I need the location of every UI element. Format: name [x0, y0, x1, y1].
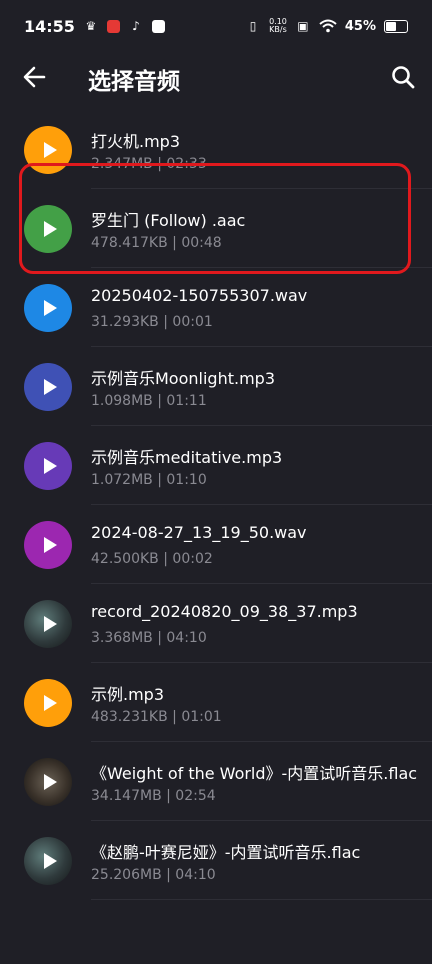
status-left: 14:55 ♛ ♪ — [24, 17, 165, 36]
file-size: 31.293KB — [91, 314, 159, 330]
duration: 04:10 — [166, 630, 207, 646]
file-size: 25.206MB — [91, 867, 162, 883]
duration: 02:54 — [175, 788, 216, 804]
play-button[interactable] — [24, 284, 72, 332]
play-icon — [43, 458, 57, 474]
net-speed: 0.10 KB/s — [269, 18, 287, 34]
play-button[interactable] — [24, 442, 72, 490]
crown-icon: ♛ — [85, 19, 97, 33]
audio-list-item[interactable]: 2024-08-27_13_19_50.wav 42.500KB | 00:02 — [0, 505, 432, 584]
audio-file-meta: 483.231KB | 01:01 — [91, 709, 222, 725]
meta-separator: | — [161, 867, 176, 883]
audio-file-meta: 3.368MB | 04:10 — [91, 630, 207, 646]
audio-file-name: 《赵鹏-叶赛尼娅》-内置试听音乐.flac — [91, 843, 361, 862]
status-bar: 14:55 ♛ ♪ ▯ 0.10 KB/s ▣ 45% — [0, 0, 432, 52]
meta-separator: | — [152, 630, 167, 646]
file-size: 42.500KB — [91, 551, 159, 567]
vibrate-icon: ▯ — [249, 19, 257, 33]
album-art-play-button[interactable] — [24, 837, 72, 885]
duration: 04:10 — [175, 867, 216, 883]
audio-list-item[interactable]: 示例.mp3 483.231KB | 01:01 — [0, 663, 432, 742]
duration: 01:10 — [166, 472, 207, 488]
audio-file-name: 《Weight of the World》-内置试听音乐.flac — [91, 764, 418, 783]
app-notification-icon — [106, 19, 120, 33]
back-arrow-icon[interactable] — [22, 64, 48, 90]
audio-file-name: 示例音乐Moonlight.mp3 — [91, 369, 275, 388]
audio-file-name: 20250402-150755307.wav — [91, 286, 308, 305]
audio-list-item[interactable]: 示例音乐Moonlight.mp3 1.098MB | 01:11 — [0, 347, 432, 426]
file-size: 34.147MB — [91, 788, 162, 804]
play-button[interactable] — [24, 521, 72, 569]
net-speed-unit: KB/s — [269, 25, 287, 34]
audio-list-item[interactable]: 20250402-150755307.wav 31.293KB | 00:01 — [0, 268, 432, 347]
play-icon — [43, 379, 57, 395]
app-bar: 选择音频 — [0, 52, 432, 104]
play-icon — [43, 774, 57, 790]
audio-file-name: 2024-08-27_13_19_50.wav — [91, 523, 307, 542]
page-title: 选择音频 — [88, 69, 180, 95]
battery-text: 45% — [344, 18, 376, 34]
file-size: 483.231KB — [91, 709, 168, 725]
play-icon — [43, 537, 57, 553]
audio-list-item[interactable]: 《赵鹏-叶赛尼娅》-内置试听音乐.flac 25.206MB | 04:10 — [0, 821, 432, 900]
file-size: 1.072MB — [91, 472, 153, 488]
album-art-play-button[interactable] — [24, 758, 72, 806]
search-icon[interactable] — [390, 64, 416, 90]
audio-list-item[interactable]: record_20240820_09_38_37.mp3 3.368MB | 04… — [0, 584, 432, 663]
duration: 00:01 — [172, 314, 213, 330]
duration: 01:01 — [181, 709, 222, 725]
audio-file-meta: 1.072MB | 01:10 — [91, 472, 207, 488]
status-right: ▯ 0.10 KB/s ▣ 45% — [245, 18, 408, 34]
file-size: 3.368MB — [91, 630, 153, 646]
message-icon — [151, 19, 165, 33]
duration: 01:11 — [166, 393, 207, 409]
audio-file-meta: 25.206MB | 04:10 — [91, 867, 216, 883]
audio-file-name: record_20240820_09_38_37.mp3 — [91, 602, 358, 621]
meta-separator: | — [158, 314, 173, 330]
row-divider — [91, 899, 432, 900]
play-button[interactable] — [24, 363, 72, 411]
selection-highlight — [19, 163, 411, 274]
play-icon — [43, 142, 57, 158]
wifi-icon — [319, 19, 337, 33]
meta-separator: | — [161, 788, 176, 804]
audio-file-meta: 42.500KB | 00:02 — [91, 551, 213, 567]
meta-separator: | — [152, 393, 167, 409]
audio-file-meta: 34.147MB | 02:54 — [91, 788, 216, 804]
audio-file-meta: 31.293KB | 00:01 — [91, 314, 213, 330]
play-button[interactable] — [24, 679, 72, 727]
audio-file-meta: 1.098MB | 01:11 — [91, 393, 207, 409]
meta-separator: | — [158, 551, 173, 567]
file-size: 1.098MB — [91, 393, 153, 409]
audio-list-item[interactable]: 示例音乐meditative.mp3 1.072MB | 01:10 — [0, 426, 432, 505]
tiktok-icon: ♪ — [132, 19, 140, 33]
battery-icon — [384, 19, 408, 33]
sim-icon: ▣ — [297, 19, 309, 33]
audio-file-name: 示例.mp3 — [91, 685, 165, 704]
clock: 14:55 — [24, 16, 75, 36]
play-icon — [43, 300, 57, 316]
play-icon — [43, 616, 57, 632]
audio-list-item[interactable]: 《Weight of the World》-内置试听音乐.flac 34.147M… — [0, 742, 432, 821]
audio-file-name: 示例音乐meditative.mp3 — [91, 448, 283, 467]
meta-separator: | — [152, 472, 167, 488]
play-icon — [43, 695, 57, 711]
duration: 00:02 — [172, 551, 213, 567]
play-icon — [43, 853, 57, 869]
meta-separator: | — [167, 709, 182, 725]
album-art-play-button[interactable] — [24, 600, 72, 648]
audio-file-name: 打火机.mp3 — [91, 132, 181, 151]
